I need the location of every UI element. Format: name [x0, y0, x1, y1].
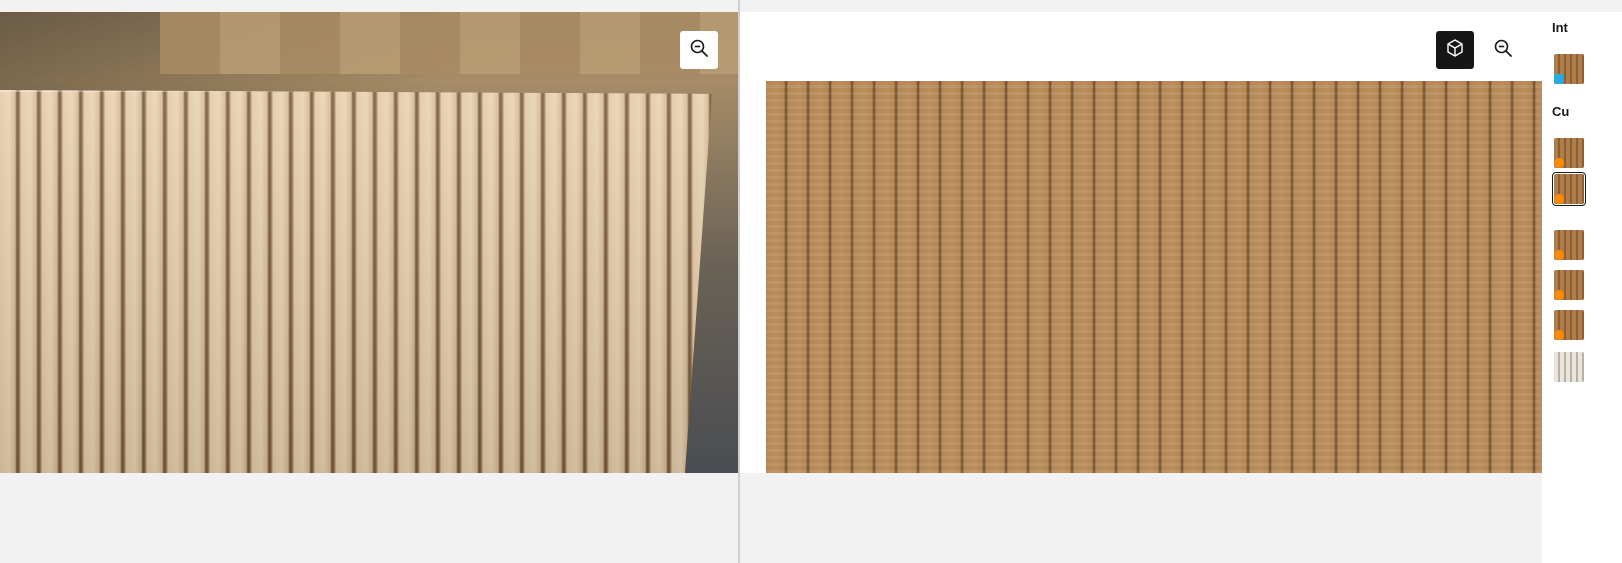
thumbnail-cu-4[interactable]	[1554, 270, 1584, 300]
section-title-cu: Cu	[1552, 104, 1570, 119]
product-photo[interactable]	[0, 12, 738, 473]
badge-icon	[1554, 290, 1564, 300]
thumbnail-cu-5[interactable]	[1554, 310, 1584, 340]
wood-texture-preview	[766, 81, 1542, 473]
product-viewer: Int Cu	[0, 0, 1622, 563]
3d-footer	[740, 473, 1542, 563]
zoom-out-icon	[1493, 38, 1513, 63]
cube-icon	[1445, 38, 1465, 63]
photo-background-boards	[160, 12, 738, 74]
zoom-out-icon	[689, 38, 709, 63]
product-3d-view[interactable]	[740, 12, 1542, 473]
thumbnail-cu-6[interactable]	[1554, 352, 1584, 382]
side-panel: Int Cu	[1542, 12, 1622, 563]
badge-icon	[1554, 158, 1564, 168]
photo-footer	[0, 473, 738, 563]
view-3d-button[interactable]	[1436, 31, 1474, 69]
badge-icon	[1554, 194, 1564, 204]
thumbnail-int-1[interactable]	[1554, 54, 1584, 84]
badge-icon	[1554, 74, 1563, 84]
3d-zoom-button[interactable]	[1484, 31, 1522, 69]
photo-zoom-button[interactable]	[680, 31, 718, 69]
thumbnail-cu-2[interactable]	[1552, 172, 1586, 206]
thumbnail-cu-1[interactable]	[1554, 138, 1584, 168]
badge-icon	[1554, 330, 1564, 340]
badge-icon	[1554, 250, 1564, 260]
photo-wood-panel	[0, 90, 712, 473]
thumbnail-cu-3[interactable]	[1554, 230, 1584, 260]
section-title-int: Int	[1552, 20, 1568, 35]
